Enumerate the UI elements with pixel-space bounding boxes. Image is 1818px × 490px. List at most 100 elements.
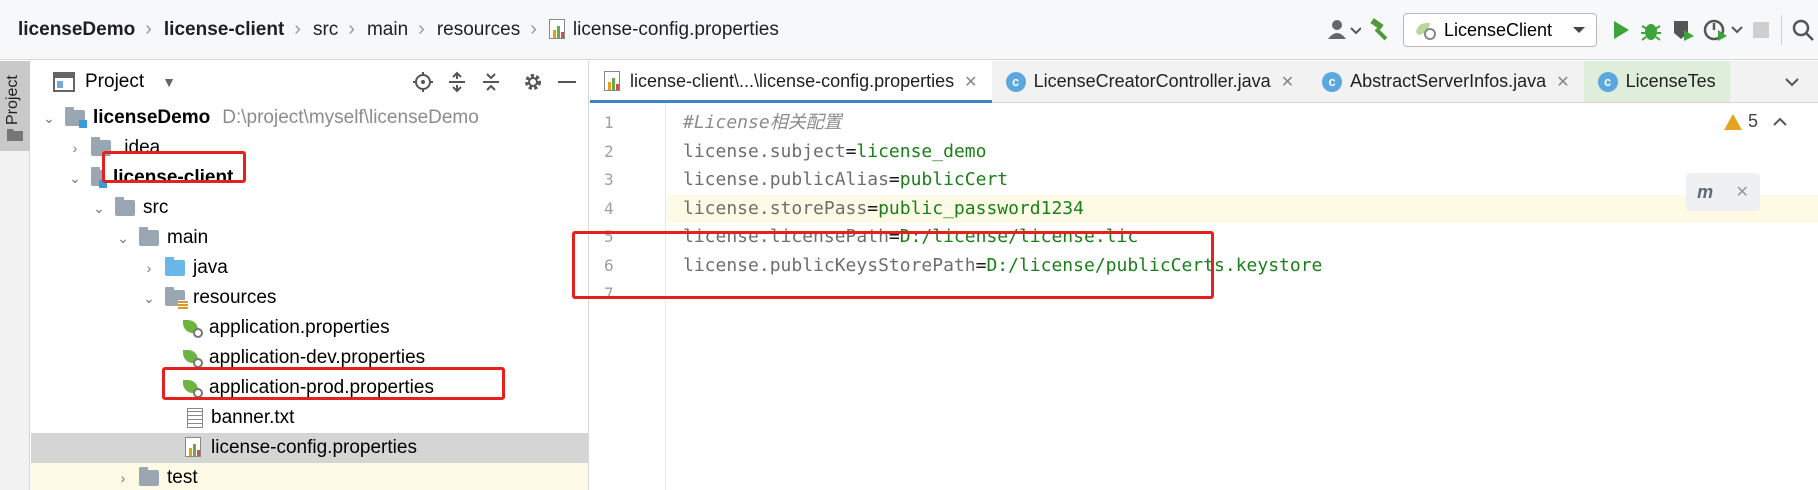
chevron-right-icon[interactable]: › [115, 470, 131, 486]
tree-node-label: license-client [113, 167, 234, 188]
tab-abstract-server-infos[interactable]: c AbstractServerInfos.java ✕ [1308, 61, 1584, 102]
project-view-title[interactable]: Project [85, 71, 144, 93]
build-button[interactable] [1369, 13, 1393, 47]
chevron-up-icon[interactable] [1772, 117, 1788, 127]
tree-node-main[interactable]: ⌄ main [31, 223, 588, 253]
breadcrumb-item-module[interactable]: license-client [164, 19, 284, 41]
tree-node-test[interactable]: › test [31, 463, 588, 490]
tree-node-label: resources [193, 287, 277, 308]
project-panel-header: Project ▼ [31, 61, 588, 103]
java-class-icon: c [1005, 71, 1026, 92]
spring-boot-icon [1416, 22, 1436, 40]
breadcrumb-file-label: license-config.properties [572, 18, 779, 40]
locate-icon[interactable] [410, 69, 436, 95]
code-line[interactable]: license.publicKeysStorePath=D:/license/p… [667, 252, 1818, 281]
search-button[interactable] [1792, 13, 1814, 47]
code-line[interactable]: license.licensePath=D:/license/license.l… [667, 223, 1818, 252]
tree-node-java[interactable]: › java [31, 253, 588, 283]
debug-icon [1641, 24, 1661, 41]
tree-node-resources[interactable]: ⌄ resources [31, 283, 588, 313]
line-number: 2 [604, 141, 614, 161]
close-icon[interactable]: ✕ [1735, 182, 1748, 202]
project-panel: Project ▼ ⌄ licenseDemo D:\project\mysel… [31, 61, 589, 490]
code-lines: #License相关配置 license.subject=license_dem… [667, 103, 1818, 309]
chevron-right-icon[interactable]: › [141, 260, 157, 276]
tree-node-application-prod-properties[interactable]: application-prod.properties [31, 373, 588, 403]
code-line[interactable] [667, 280, 1818, 309]
line-number: 4 [604, 198, 614, 218]
chevron-right-icon[interactable]: › [67, 140, 83, 156]
stop-button[interactable] [1751, 13, 1771, 47]
tab-license-config-properties[interactable]: license-client\...\license-config.proper… [590, 61, 992, 103]
tree-node-license-client[interactable]: ⌄ license-client [31, 163, 588, 193]
code-line[interactable]: license.subject=license_demo [667, 138, 1818, 167]
chevron-down-icon[interactable]: ⌄ [141, 290, 157, 307]
ide-window: licenseDemo › license-client › src › mai… [0, 0, 1818, 490]
code-line[interactable]: license.publicAlias=publicCert [667, 166, 1818, 195]
chevron-right-icon: › [418, 18, 425, 40]
tree-node-label: test [167, 467, 198, 488]
property-key: license.publicAlias [683, 169, 889, 190]
property-key: license.subject [683, 140, 846, 162]
properties-file-icon [604, 70, 622, 93]
tree-node-label: src [143, 197, 169, 218]
editor-tabs: license-client\...\license-config.proper… [590, 61, 1818, 103]
chevron-down-icon[interactable]: ⌄ [115, 230, 131, 247]
tree-node-label: .idea [119, 137, 161, 158]
tree-node-idea[interactable]: › .idea [31, 133, 588, 163]
property-value: public_password1234 [878, 197, 1084, 219]
breadcrumb-item-resources[interactable]: resources [437, 19, 520, 41]
run-configuration-select[interactable]: LicenseClient [1403, 13, 1597, 47]
expand-all-icon[interactable] [444, 69, 470, 95]
breadcrumb-item-file[interactable]: license-config.properties [548, 18, 779, 41]
project-tool-window-button[interactable]: Project [0, 61, 30, 151]
coverage-icon [1674, 21, 1694, 41]
breadcrumb-item-main[interactable]: main [367, 19, 408, 41]
spring-properties-icon [183, 348, 203, 368]
code-line[interactable]: #License相关配置 [667, 109, 1818, 138]
line-number: 5 [604, 227, 614, 246]
chevron-down-icon[interactable] [1784, 61, 1800, 103]
maven-reload-icon[interactable]: m [1697, 182, 1713, 203]
breadcrumb-item-project[interactable]: licenseDemo [18, 19, 135, 41]
source-folder-icon [165, 257, 185, 276]
close-icon[interactable]: ✕ [1556, 72, 1569, 92]
chevron-down-icon[interactable]: ⌄ [67, 170, 83, 187]
tree-node-label: java [193, 257, 228, 278]
spring-properties-icon [183, 378, 203, 398]
tree-node-src[interactable]: ⌄ src [31, 193, 588, 223]
chevron-down-icon[interactable]: ▼ [162, 74, 176, 90]
project-stripe-label: Project [4, 75, 21, 125]
chevron-down-icon[interactable]: ⌄ [91, 200, 107, 217]
tree-node-banner-txt[interactable]: banner.txt [31, 403, 588, 433]
code-line-current[interactable]: license.storePass=public_password1234 [667, 194, 1818, 223]
tab-license-test[interactable]: c LicenseTes [1583, 61, 1730, 102]
tree-node-project-root[interactable]: ⌄ licenseDemo D:\project\myself\licenseD… [31, 103, 588, 133]
inspection-widget[interactable]: 5 [1723, 111, 1788, 132]
line-number-gutter: 1 2 3 4 5 6 7 [590, 103, 666, 490]
collapse-all-icon[interactable] [478, 69, 504, 95]
run-button[interactable] [1611, 13, 1631, 47]
properties-file-icon [185, 437, 203, 459]
tree-node-application-dev-properties[interactable]: application-dev.properties [31, 343, 588, 373]
folder-icon [7, 129, 23, 141]
profile-button[interactable] [1703, 13, 1743, 47]
java-class-icon: c [1322, 71, 1343, 92]
close-icon[interactable]: ✕ [964, 72, 977, 92]
minimize-icon[interactable] [554, 69, 580, 95]
close-icon[interactable]: ✕ [1281, 72, 1294, 92]
chevron-down-icon[interactable]: ⌄ [41, 110, 57, 127]
tree-node-application-properties[interactable]: application.properties [31, 313, 588, 343]
code-editor[interactable]: 1 2 3 4 5 6 7 #License相关配置 license.subje… [572, 103, 1818, 490]
user-button[interactable] [1327, 13, 1361, 47]
gear-icon[interactable] [520, 69, 546, 95]
tree-node-license-config-properties[interactable]: license-config.properties [31, 433, 588, 463]
editor-area: license-client\...\license-config.proper… [572, 61, 1818, 490]
debug-button[interactable] [1639, 13, 1663, 47]
breadcrumb-item-src[interactable]: src [313, 19, 338, 41]
property-value: D:/license/publicCerts.keystore [986, 254, 1323, 276]
tab-license-creator-controller[interactable]: c LicenseCreatorController.java ✕ [992, 61, 1309, 102]
coverage-button[interactable] [1671, 13, 1695, 47]
user-icon [1328, 20, 1361, 39]
chevron-down-icon [1573, 27, 1585, 33]
